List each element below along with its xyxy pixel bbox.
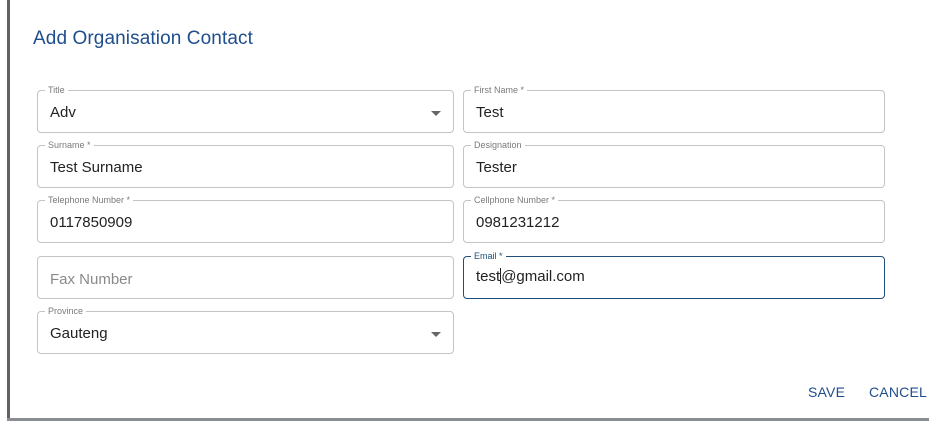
dialog-title: Add Organisation Contact — [33, 28, 253, 49]
telephone-value: 0117850909 — [50, 214, 133, 231]
title-label: Title — [45, 85, 68, 96]
dialog-left-edge — [7, 0, 10, 421]
chevron-down-icon[interactable] — [431, 332, 441, 337]
email-value: test@gmail.com — [476, 268, 585, 285]
designation-field[interactable]: Designation Tester — [463, 140, 885, 188]
fax-field[interactable]: Fax Number — [37, 256, 454, 299]
surname-label: Surname * — [45, 140, 94, 151]
cancel-button[interactable]: CANCEL — [869, 384, 927, 400]
telephone-field[interactable]: Telephone Number * 0117850909 — [37, 195, 454, 243]
email-field[interactable]: Email * test@gmail.com — [463, 251, 885, 299]
title-select[interactable]: Title Adv — [37, 85, 454, 133]
first-name-field[interactable]: First Name * Test — [463, 85, 885, 133]
title-value: Adv — [50, 104, 76, 121]
email-value-after-cursor: @gmail.com — [501, 268, 585, 285]
designation-value: Tester — [476, 159, 517, 176]
surname-value: Test Surname — [50, 159, 143, 176]
cellphone-label: Cellphone Number * — [471, 195, 559, 206]
cellphone-value: 0981231212 — [476, 214, 560, 231]
email-value-before-cursor: test — [476, 268, 501, 285]
add-contact-dialog: Add Organisation Contact Title Adv First… — [0, 0, 929, 421]
province-value: Gauteng — [50, 325, 108, 342]
cellphone-field[interactable]: Cellphone Number * 0981231212 — [463, 195, 885, 243]
province-select[interactable]: Province Gauteng — [37, 306, 454, 354]
save-button[interactable]: SAVE — [808, 384, 845, 400]
first-name-value: Test — [476, 104, 504, 121]
chevron-down-icon[interactable] — [431, 111, 441, 116]
email-label: Email * — [471, 251, 506, 262]
province-label: Province — [45, 306, 87, 317]
fax-placeholder: Fax Number — [50, 271, 133, 288]
first-name-label: First Name * — [471, 85, 528, 96]
telephone-label: Telephone Number * — [45, 195, 134, 206]
surname-field[interactable]: Surname * Test Surname — [37, 140, 454, 188]
designation-label: Designation — [471, 140, 525, 151]
